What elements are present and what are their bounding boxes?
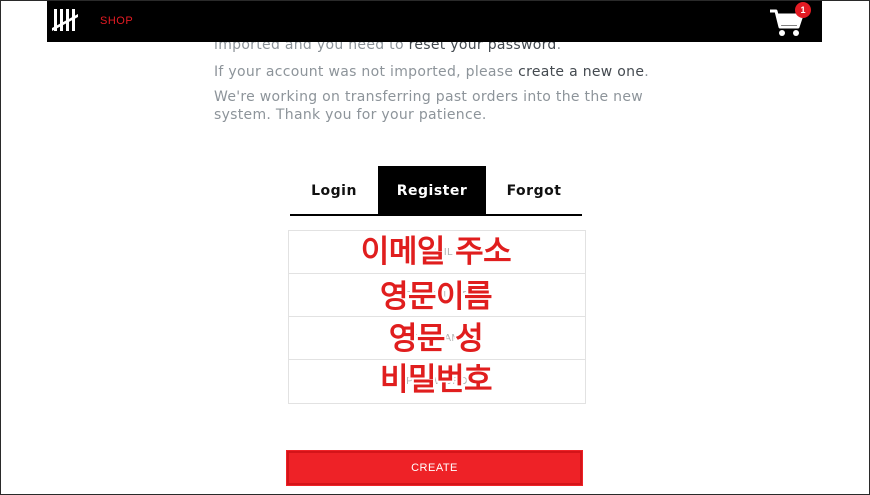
last-name-field[interactable] [289,317,585,359]
tab-register[interactable]: Register [378,166,486,214]
create-button[interactable]: CREATE [286,450,583,486]
notice-text: If your account was not imported, please [214,64,519,80]
password-field[interactable] [289,360,585,402]
notice-line-not-imported: If your account was not imported, please… [214,63,664,81]
shop-link[interactable]: SHOP [100,15,133,27]
tab-login[interactable]: Login [290,166,378,214]
account-tabs: Login Register Forgot [290,166,582,216]
first-name-field[interactable] [289,274,585,316]
email-field[interactable] [289,231,585,273]
cart-count-badge: 1 [795,2,811,18]
brand-logo-icon[interactable] [51,6,79,34]
notice-line-orders: We're working on transferring past order… [214,89,643,123]
register-form [288,230,586,404]
notice-text: . [644,64,650,80]
create-account-link[interactable]: create a new one [518,64,644,80]
tab-forgot[interactable]: Forgot [486,166,582,214]
top-navigation-bar: SHOP 1 [47,0,822,42]
